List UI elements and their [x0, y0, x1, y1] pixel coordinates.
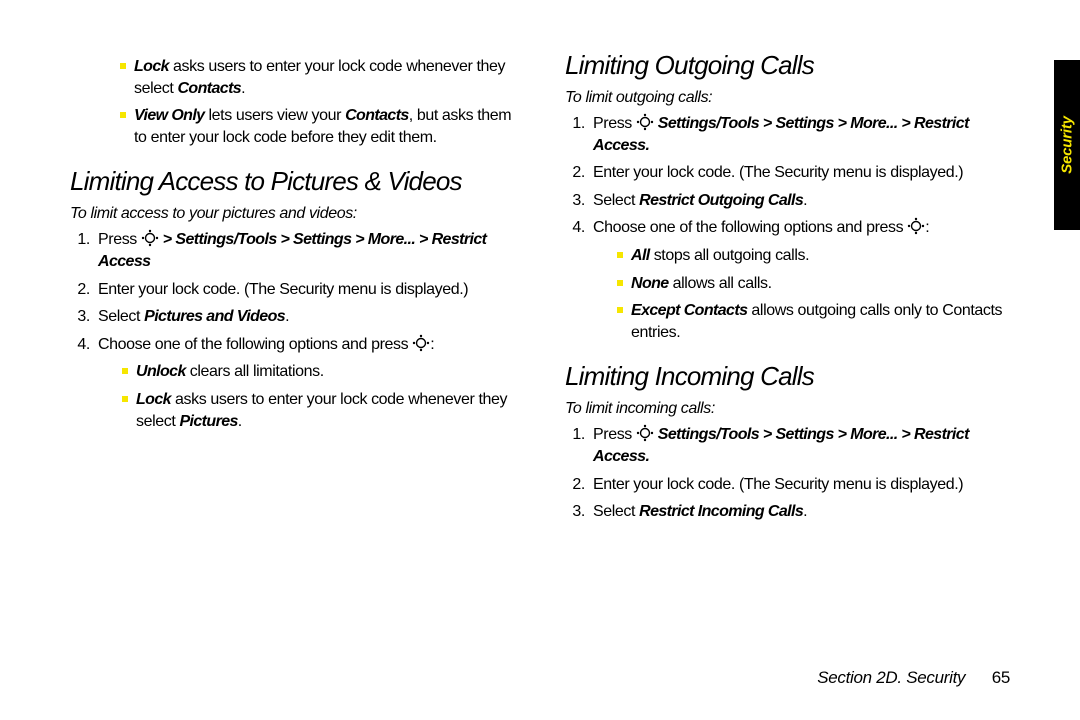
body-text: clears all limitations. [186, 363, 324, 380]
step-item: Choose one of the following options and … [94, 334, 525, 432]
term-pictures: Pictures [179, 413, 237, 430]
subheading-outgoing: To limit outgoing calls: [565, 89, 1020, 107]
step-item: Select Pictures and Videos. [94, 306, 525, 328]
body-text: : [430, 336, 434, 353]
nav-key-icon [636, 424, 654, 442]
footer-section: Section 2D. Security [817, 668, 965, 687]
list-item: None allows all calls. [617, 273, 1020, 295]
term-restrict-outgoing: Restrict Outgoing Calls [639, 192, 803, 209]
subheading-incoming: To limit incoming calls: [565, 400, 1020, 418]
body-text: Choose one of the following options and … [98, 336, 412, 353]
nav-key-icon [412, 334, 430, 352]
term-lock: Lock [136, 391, 171, 408]
term-pictures-videos: Pictures and Videos [144, 308, 285, 325]
step-item: Enter your lock code. (The Security menu… [589, 162, 1020, 184]
body-text: . [645, 448, 649, 465]
steps-outgoing: Press Settings/Tools > Settings > More..… [565, 113, 1020, 343]
nav-key-icon [636, 113, 654, 131]
options-list: Unlock clears all limitations. Lock asks… [98, 361, 525, 432]
body-text: stops all outgoing calls. [650, 247, 809, 264]
body-text: Press [98, 231, 141, 248]
body-text: allows all calls. [669, 275, 772, 292]
body-text: Select [593, 192, 639, 209]
body-text: . [803, 192, 807, 209]
body-text: Enter your lock code. (The Security menu… [98, 281, 468, 298]
list-item: Lock asks users to enter your lock code … [120, 56, 525, 99]
body-text: . [241, 80, 245, 97]
nav-key-icon [141, 229, 159, 247]
page: Security Lock asks users to enter your l… [0, 0, 1080, 720]
list-item: Lock asks users to enter your lock code … [122, 389, 525, 432]
heading-limiting-incoming: Limiting Incoming Calls [565, 361, 1020, 392]
body-text: Press [593, 426, 636, 443]
term-all: All [631, 247, 650, 264]
term-contacts: Contacts [345, 107, 409, 124]
body-text: Choose one of the following options and … [593, 219, 907, 236]
list-item: Unlock clears all limitations. [122, 361, 525, 383]
term-unlock: Unlock [136, 363, 186, 380]
section-side-tab: Security [1054, 60, 1080, 230]
term-restrict-incoming: Restrict Incoming Calls [639, 503, 803, 520]
term-view-only: View Only [134, 107, 204, 124]
body-text: Enter your lock code. (The Security menu… [593, 164, 963, 181]
left-column: Lock asks users to enter your lock code … [70, 50, 525, 533]
list-item: All stops all outgoing calls. [617, 245, 1020, 267]
step-item: Press > Settings/Tools > Settings > More… [94, 229, 525, 272]
body-text: Select [98, 308, 144, 325]
list-item: View Only lets users view your Contacts,… [120, 105, 525, 148]
page-number: 65 [992, 668, 1010, 687]
body-text: . [645, 137, 649, 154]
options-list: All stops all outgoing calls. None allow… [593, 245, 1020, 343]
steps-incoming: Press Settings/Tools > Settings > More..… [565, 424, 1020, 522]
heading-limiting-pictures: Limiting Access to Pictures & Videos [70, 166, 525, 197]
side-tab-label: Security [1059, 116, 1076, 174]
step-item: Press Settings/Tools > Settings > More..… [589, 113, 1020, 156]
term-lock: Lock [134, 58, 169, 75]
term-none: None [631, 275, 669, 292]
step-item: Select Restrict Incoming Calls. [589, 501, 1020, 523]
step-item: Enter your lock code. (The Security menu… [589, 474, 1020, 496]
step-item: Press Settings/Tools > Settings > More..… [589, 424, 1020, 467]
two-column-layout: Lock asks users to enter your lock code … [70, 50, 1020, 533]
step-item: Enter your lock code. (The Security menu… [94, 279, 525, 301]
right-column: Limiting Outgoing Calls To limit outgoin… [565, 50, 1020, 533]
body-text: : [925, 219, 929, 236]
list-item: Except Contacts allows outgoing calls on… [617, 300, 1020, 343]
term-except-contacts: Except Contacts [631, 302, 747, 319]
step-item: Select Restrict Outgoing Calls. [589, 190, 1020, 212]
body-text: . [803, 503, 807, 520]
intro-bullet-list: Lock asks users to enter your lock code … [70, 56, 525, 148]
nav-key-icon [907, 217, 925, 235]
steps-pictures: Press > Settings/Tools > Settings > More… [70, 229, 525, 432]
body-text: Enter your lock code. (The Security menu… [593, 476, 963, 493]
heading-limiting-outgoing: Limiting Outgoing Calls [565, 50, 1020, 81]
body-text: Select [593, 503, 639, 520]
body-text: . [285, 308, 289, 325]
page-footer: Section 2D. Security 65 [817, 668, 1010, 688]
body-text: Press [593, 115, 636, 132]
subheading-pictures: To limit access to your pictures and vid… [70, 205, 525, 223]
body-text: lets users view your [204, 107, 345, 124]
term-contacts: Contacts [177, 80, 241, 97]
step-item: Choose one of the following options and … [589, 217, 1020, 343]
body-text: . [238, 413, 242, 430]
